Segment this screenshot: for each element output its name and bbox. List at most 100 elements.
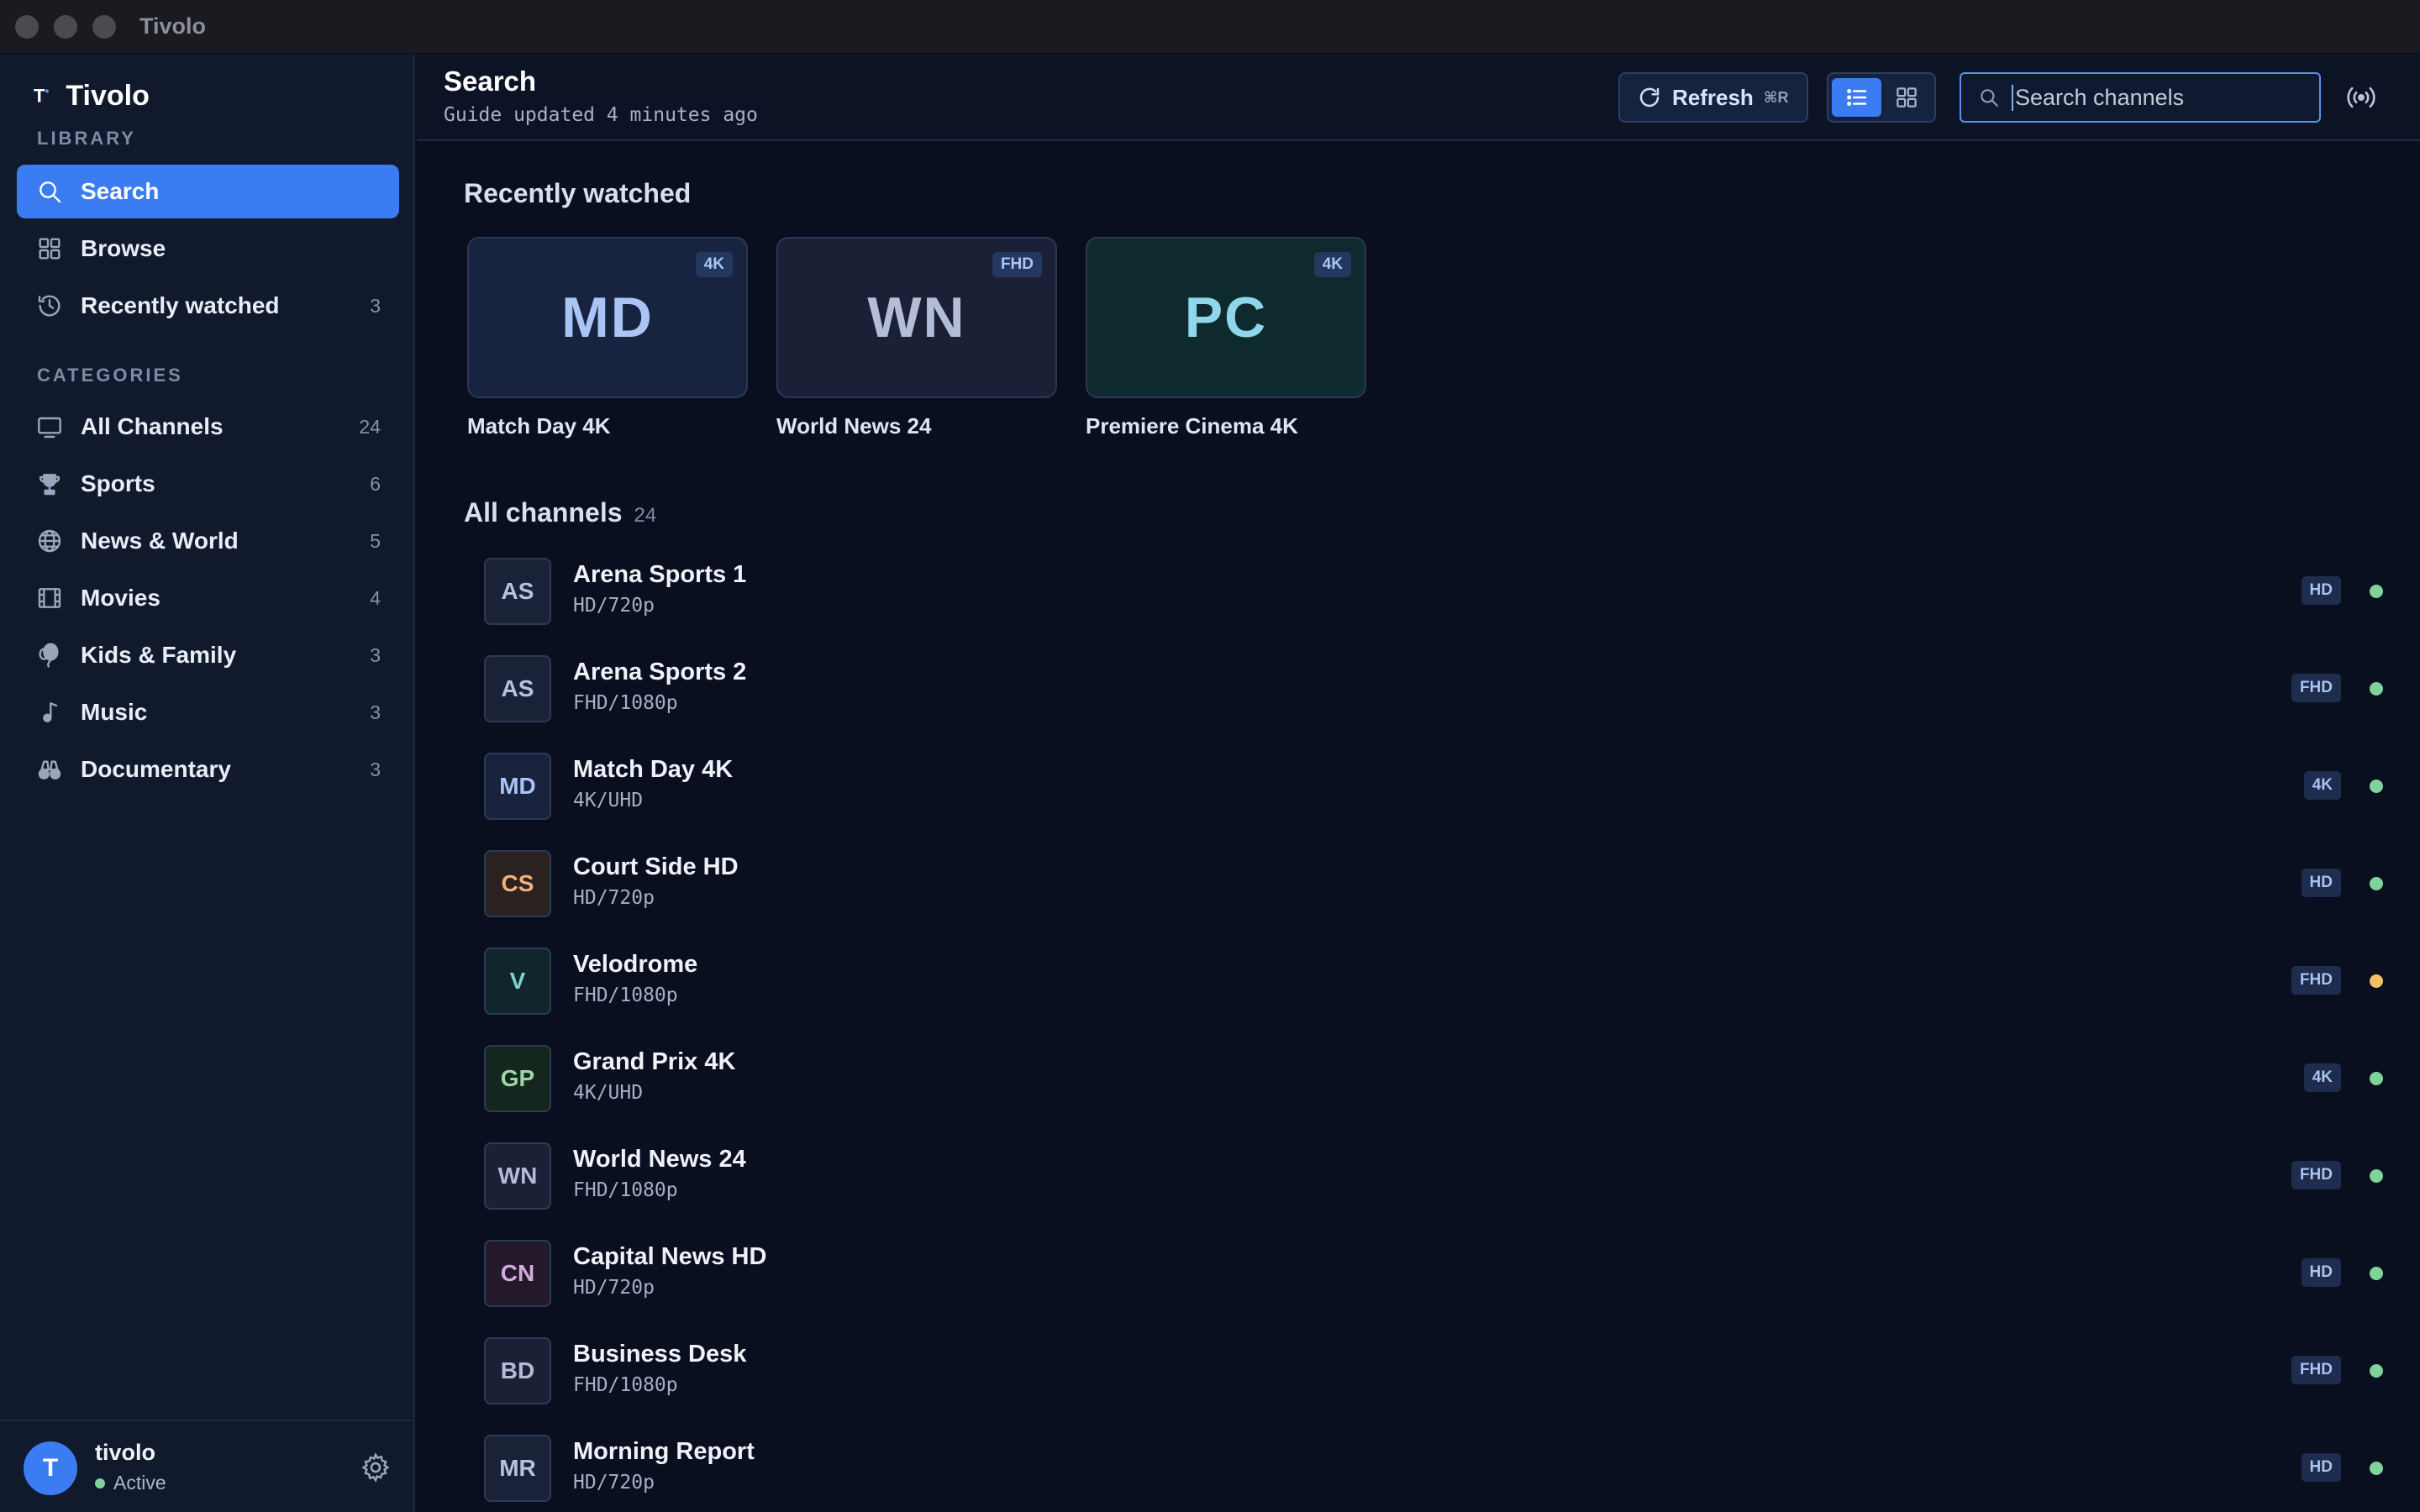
channel-avatar: V — [484, 948, 551, 1015]
all-channels-title: All channels 24 — [464, 497, 656, 528]
search-icon — [1981, 89, 1998, 107]
refresh-button[interactable]: Refresh ⌘R — [1618, 72, 1808, 123]
status-dot-icon — [2370, 1072, 2383, 1085]
channel-row[interactable]: AS Arena Sports 2 FHD/1080p FHD — [484, 642, 2383, 739]
channel-avatar: BD — [484, 1337, 551, 1404]
recent-card-thumbnail: WN FHD — [776, 237, 1057, 398]
channel-avatar: MD — [484, 753, 551, 820]
recent-card-abbr: WN — [867, 286, 966, 349]
channel-row[interactable]: CS Court Side HD HD/720p HD — [484, 837, 2383, 934]
channel-row[interactable]: MR Morning Report HD/720p HD — [484, 1421, 2383, 1512]
channel-name: Arena Sports 2 — [573, 659, 747, 685]
sidebar-item-count: 4 — [370, 586, 381, 609]
sidebar-item-sports[interactable]: Sports 6 — [17, 457, 399, 511]
quality-badge: FHD — [2291, 966, 2341, 995]
channel-avatar: CS — [484, 850, 551, 917]
quality-badge: HD — [2301, 869, 2341, 897]
music-note-icon — [35, 698, 64, 727]
status-dot-icon — [2370, 585, 2383, 598]
sidebar-item-label: Movies — [81, 585, 160, 611]
sidebar-item-count: 5 — [370, 529, 381, 552]
sidebar-item-count: 24 — [359, 415, 381, 438]
sidebar-item-browse[interactable]: Browse — [17, 222, 399, 276]
channel-name: World News 24 — [573, 1146, 746, 1173]
sidebar-item-count: 6 — [370, 472, 381, 495]
quality-badge: 4K — [2303, 1063, 2341, 1092]
sidebar: T• Tivolo LIBRARY Search Browse Recently w… — [0, 54, 415, 1512]
zoom-window-button[interactable] — [92, 15, 116, 39]
balloon-icon — [35, 641, 64, 669]
channel-avatar: AS — [484, 655, 551, 722]
channel-avatar: AS — [484, 558, 551, 625]
recent-card-thumbnail: MD 4K — [467, 237, 748, 398]
recent-card-name: Match Day 4K — [467, 413, 611, 438]
recent-card-abbr: PC — [1184, 286, 1268, 349]
brand: T• Tivolo — [34, 69, 150, 123]
sidebar-item-label: Browse — [81, 235, 166, 261]
channel-row[interactable]: WN World News 24 FHD/1080p FHD — [484, 1129, 2383, 1226]
user-footer: T tivolo Active — [0, 1420, 415, 1512]
recent-card[interactable]: WN FHD World News 24 — [776, 237, 1057, 439]
sidebar-item-label: Documentary — [81, 756, 231, 782]
broadcast-icon[interactable] — [2343, 81, 2380, 114]
avatar[interactable]: T — [24, 1441, 77, 1495]
sidebar-item-kids-family[interactable]: Kids & Family 3 — [17, 628, 399, 682]
channel-row[interactable]: BD Business Desk FHD/1080p FHD — [484, 1324, 2383, 1421]
channel-avatar: CN — [484, 1240, 551, 1307]
tv-icon — [35, 412, 64, 441]
channel-row[interactable]: V Velodrome FHD/1080p FHD — [484, 934, 2383, 1032]
sidebar-item-recently-watched[interactable]: Recently watched 3 — [17, 279, 399, 333]
channel-avatar: MR — [484, 1435, 551, 1502]
channel-avatar: WN — [484, 1142, 551, 1210]
status-dot-icon — [2370, 1462, 2383, 1475]
channel-resolution: HD/720p — [573, 887, 655, 909]
recent-card-name: Premiere Cinema 4K — [1086, 413, 1298, 438]
list-view-button[interactable] — [1832, 78, 1881, 117]
sidebar-item-count: 3 — [370, 758, 381, 780]
channel-row[interactable]: GP Grand Prix 4K 4K/UHD 4K — [484, 1032, 2383, 1129]
sidebar-item-label: Search — [81, 178, 160, 204]
quality-badge: 4K — [695, 252, 733, 277]
quality-badge: FHD — [2291, 1356, 2341, 1384]
categories-section-label: CATEGORIES — [37, 365, 183, 386]
recent-card[interactable]: PC 4K Premiere Cinema 4K — [1086, 237, 1366, 439]
channel-row[interactable]: CN Capital News HD HD/720p HD — [484, 1226, 2383, 1324]
close-window-button[interactable] — [15, 15, 39, 39]
sidebar-item-search[interactable]: Search — [17, 165, 399, 218]
quality-badge: 4K — [2303, 771, 2341, 800]
channel-name: Business Desk — [573, 1341, 747, 1368]
channel-resolution: HD/720p — [573, 595, 655, 617]
sidebar-item-music[interactable]: Music 3 — [17, 685, 399, 739]
search-icon — [35, 177, 64, 206]
channel-row[interactable]: MD Match Day 4K 4K/UHD 4K — [484, 739, 2383, 837]
search-input[interactable] — [2012, 84, 2314, 111]
sidebar-item-label: Kids & Family — [81, 642, 237, 668]
minimize-window-button[interactable] — [54, 15, 77, 39]
status-dot-icon — [95, 1478, 105, 1488]
sidebar-item-label: News & World — [81, 528, 239, 554]
quality-badge: 4K — [1313, 252, 1351, 277]
channel-resolution: HD/720p — [573, 1277, 655, 1299]
channel-row[interactable]: AS Arena Sports 1 HD/720p HD — [484, 544, 2383, 642]
user-name: tivolo — [95, 1440, 155, 1465]
recent-card[interactable]: MD 4K Match Day 4K — [467, 237, 748, 439]
grid-view-button[interactable] — [1881, 78, 1931, 117]
gear-icon[interactable] — [360, 1452, 392, 1483]
channel-name: Morning Report — [573, 1438, 755, 1465]
sidebar-item-all-channels[interactable]: All Channels 24 — [17, 400, 399, 454]
sidebar-item-documentary[interactable]: Documentary 3 — [17, 743, 399, 796]
search-field[interactable] — [1960, 72, 2321, 123]
channel-resolution: 4K/UHD — [573, 790, 644, 811]
status-dot-icon — [2370, 780, 2383, 793]
refresh-shortcut: ⌘R — [1763, 88, 1789, 106]
page-title: Search — [444, 66, 537, 97]
status-dot-icon — [2370, 974, 2383, 988]
sidebar-item-news-world[interactable]: News & World 5 — [17, 514, 399, 568]
all-channels-label: All channels — [464, 497, 623, 528]
header: Search Guide updated 4 minutes ago Refre… — [417, 54, 2420, 141]
brand-logo-icon: T• — [34, 84, 50, 107]
status-dot-icon — [2370, 1267, 2383, 1280]
sidebar-item-movies[interactable]: Movies 4 — [17, 571, 399, 625]
channel-resolution: HD/720p — [573, 1472, 655, 1494]
quality-badge: HD — [2301, 576, 2341, 605]
